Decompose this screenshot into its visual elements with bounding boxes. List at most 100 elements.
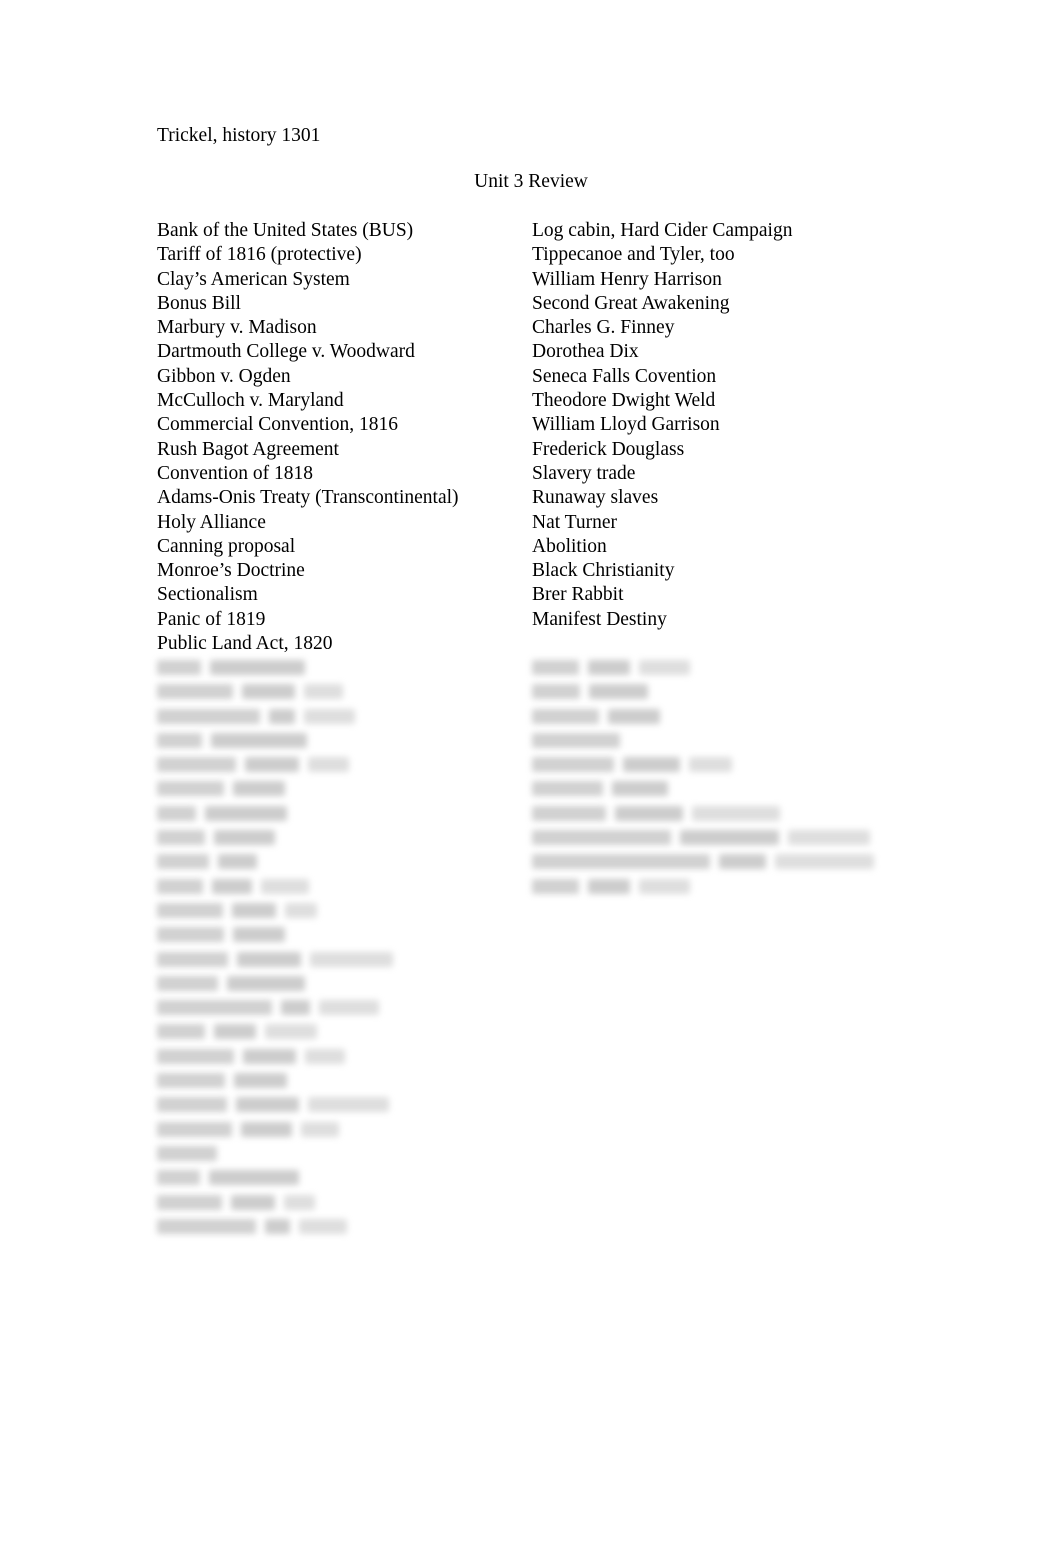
obscured-text-fragment [157, 1121, 232, 1137]
obscured-text-fragment [639, 878, 690, 894]
obscured-text-fragment [157, 1073, 225, 1089]
term-list-item: Adams-Onis Treaty (Transcontinental) [157, 487, 459, 509]
document-page: Trickel, history 1301 Unit 3 Review Bank… [0, 0, 1062, 1556]
obscured-text-fragment [157, 732, 202, 748]
term-list-item: Clay’s American System [157, 268, 350, 290]
obscured-text-fragment [157, 781, 224, 797]
term-list-item: Runaway slaves [532, 487, 659, 509]
obscured-text-fragment [157, 1170, 200, 1186]
obscured-text-fragment [232, 902, 276, 918]
obscured-text-fragment [265, 1218, 290, 1234]
obscured-text-fragment [615, 805, 683, 821]
page-title: Unit 3 Review [474, 171, 588, 192]
obscured-text-fragment [157, 854, 209, 870]
document-header-line: Trickel, history 1301 [157, 125, 321, 146]
obscured-text-fragment [157, 805, 196, 821]
term-list-item: Canning proposal [157, 535, 296, 557]
obscured-text-fragment [269, 708, 295, 724]
obscured-text-fragment [243, 1048, 296, 1064]
obscured-text-fragment [157, 927, 224, 943]
obscured-text-fragment [692, 805, 780, 821]
obscured-text-fragment [242, 684, 295, 700]
obscured-text-fragment [305, 1048, 345, 1064]
obscured-text-fragment [532, 830, 671, 846]
obscured-text-fragment [623, 757, 680, 773]
term-list-item: Nat Turner [532, 511, 618, 533]
obscured-text-fragment [612, 781, 668, 797]
obscured-text-fragment [205, 805, 287, 821]
term-list-item: Gibbon v. Ogden [157, 365, 291, 387]
term-list-item: Black Christianity [532, 560, 675, 582]
obscured-text-fragment [157, 1024, 205, 1040]
term-list-item: Sectionalism [157, 584, 258, 606]
term-list-item: Convention of 1818 [157, 462, 313, 484]
obscured-text-fragment [589, 684, 648, 700]
obscured-text-fragment [532, 684, 580, 700]
term-column-left: Bank of the United States (BUS) Tariff of… [157, 219, 517, 656]
term-column-right: Log cabin, Hard Cider Campaign Tippecanoe… [532, 219, 952, 632]
obscured-text-fragment [588, 660, 630, 675]
term-list-item: Brer Rabbit [532, 584, 624, 606]
obscured-text-fragment [236, 1097, 299, 1113]
term-list-item: Commercial Convention, 1816 [157, 414, 399, 436]
term-list-item: Dorothea Dix [532, 341, 639, 363]
term-list-item: Panic of 1819 [157, 608, 266, 630]
obscured-text-fragment [608, 708, 660, 724]
term-list-item: Frederick Douglass [532, 438, 685, 460]
obscured-text-fragment [281, 1000, 310, 1016]
obscured-text-fragment [214, 1024, 256, 1040]
obscured-text-fragment [299, 1218, 347, 1234]
obscured-text-fragment [301, 1121, 339, 1137]
obscured-text-fragment [532, 757, 614, 773]
term-list-item: Public Land Act, 1820 [157, 633, 333, 655]
term-list-left: Bank of the United States (BUS) Tariff of… [157, 219, 517, 656]
obscured-text-fragment [157, 1145, 217, 1161]
obscured-text-fragment [157, 1000, 272, 1016]
obscured-text-fragment [157, 878, 203, 894]
obscured-text-fragment [532, 708, 599, 724]
obscured-text-fragment [308, 757, 349, 773]
term-list-item: Rush Bagot Agreement [157, 438, 339, 460]
term-list-item: Bank of the United States (BUS) [157, 220, 414, 241]
obscured-text-fragment [304, 684, 343, 700]
obscured-text-fragment [233, 927, 285, 943]
obscured-text-fragment [157, 1218, 256, 1234]
obscured-text-fragment [210, 660, 305, 675]
obscured-text-fragment [157, 708, 260, 724]
obscured-text-fragment [639, 660, 690, 675]
obscured-text-fragment [227, 975, 305, 991]
obscured-text-fragment [304, 708, 355, 724]
obscured-text-fragment [532, 732, 620, 748]
term-list-item: Theodore Dwight Weld [532, 390, 716, 412]
term-list-item: Tippecanoe and Tyler, too [532, 244, 735, 266]
obscured-text-fragment [775, 854, 874, 870]
term-list-item: Slavery trade [532, 462, 636, 484]
term-list-item: Tariff of 1816 (protective) [157, 244, 362, 266]
term-list-item: Charles G. Finney [532, 317, 675, 339]
obscured-text-fragment [532, 781, 603, 797]
obscured-text-fragment [284, 1194, 315, 1210]
obscured-text-fragment [157, 830, 205, 846]
term-list-item: Abolition [532, 535, 607, 557]
term-list-item: William Lloyd Garrison [532, 414, 720, 436]
obscured-text-fragment [241, 1121, 292, 1137]
obscured-text-fragment [308, 1097, 389, 1113]
term-list-item: Marbury v. Madison [157, 317, 317, 339]
obscured-text-fragment [234, 1073, 287, 1089]
obscured-text-fragment [209, 1170, 299, 1186]
term-list-item: William Henry Harrison [532, 268, 722, 290]
obscured-text-fragment [261, 878, 309, 894]
obscured-text-fragment [157, 902, 223, 918]
obscured-text-fragment [157, 684, 233, 700]
obscured-text-fragment [157, 975, 218, 991]
term-list-item: Dartmouth College v. Woodward [157, 341, 415, 363]
obscured-text-fragment [285, 902, 317, 918]
term-list-item: McCulloch v. Maryland [157, 390, 344, 412]
obscured-text-fragment [214, 830, 275, 846]
obscured-text-fragment [157, 951, 228, 967]
obscured-text-fragment [157, 1048, 234, 1064]
obscured-text-fragment [532, 805, 606, 821]
obscured-text-fragment [157, 1194, 222, 1210]
obscured-text-fragment [532, 878, 579, 894]
obscured-text-fragment [237, 951, 301, 967]
